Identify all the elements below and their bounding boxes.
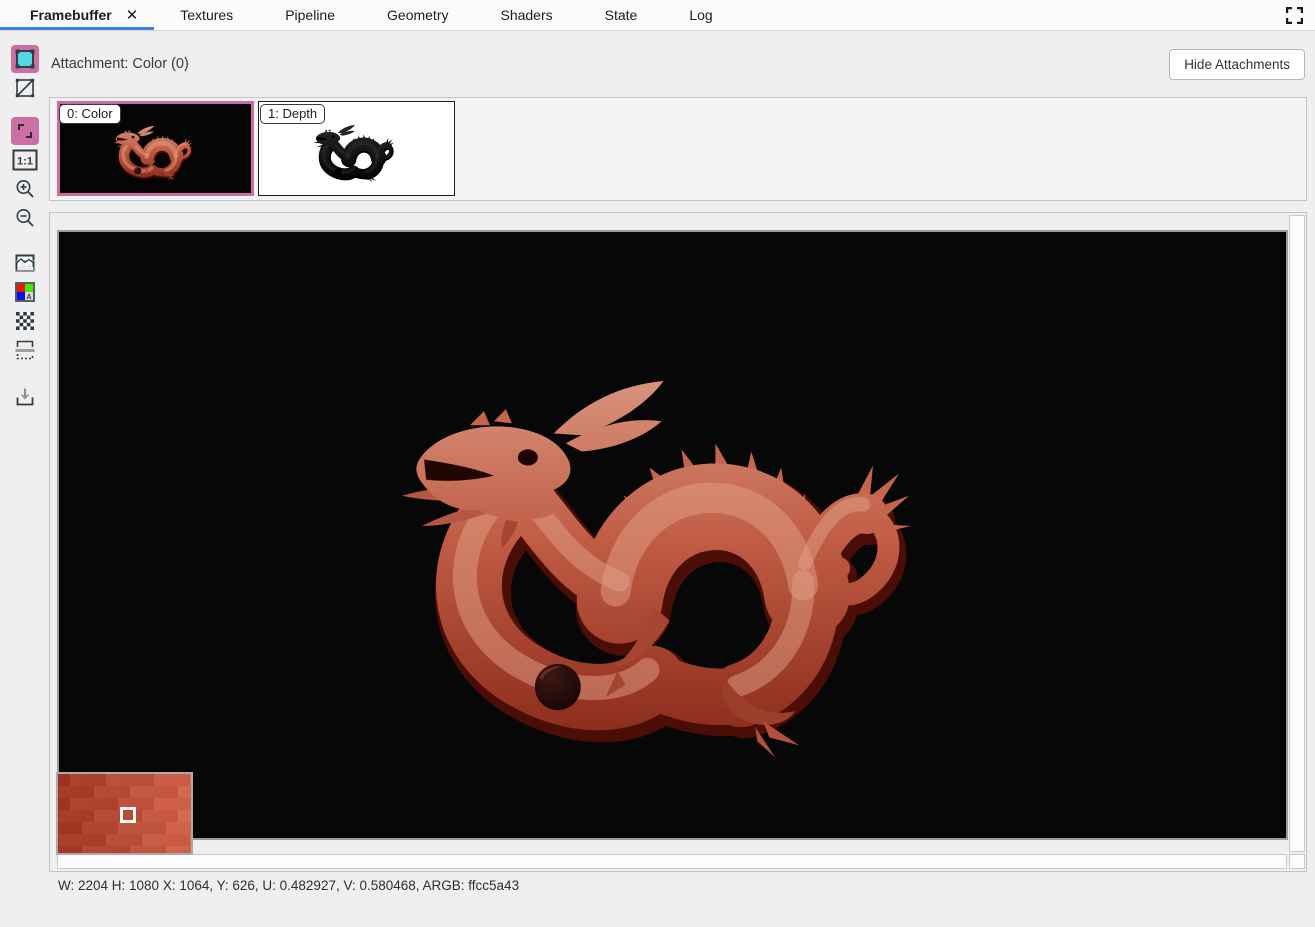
fit-corners-icon: [13, 119, 37, 143]
status-bar: W: 2204 H: 1080 X: 1064, Y: 626, U: 0.48…: [49, 878, 1307, 893]
tab-geometry[interactable]: Geometry: [361, 0, 474, 30]
tab-textures[interactable]: Textures: [154, 0, 259, 30]
actual-size-button[interactable]: 1:1: [11, 146, 39, 174]
scrollbar-corner: [1289, 854, 1305, 869]
zoom-in-button[interactable]: [11, 175, 39, 203]
hide-attachments-button[interactable]: Hide Attachments: [1169, 49, 1305, 80]
one-to-one-icon: 1:1: [12, 149, 38, 171]
alpha-checkerboard-button[interactable]: [11, 307, 39, 335]
tab-shaders[interactable]: Shaders: [474, 0, 578, 30]
color-channels-button[interactable]: A: [11, 278, 39, 306]
attachment-badge: 0: Color: [59, 104, 121, 124]
fullscreen-icon[interactable]: [1285, 6, 1303, 24]
close-icon[interactable]: ✕: [126, 8, 139, 23]
attachments-strip: 0: Color 1: Depth: [49, 97, 1307, 201]
checkerboard-icon: [13, 309, 37, 333]
diagonal-square-icon: [13, 76, 37, 100]
tab-pipeline[interactable]: Pipeline: [259, 0, 361, 30]
zoom-out-icon: [13, 206, 37, 230]
magnifier-center-pixel: [120, 807, 136, 823]
rendered-dragon-image: [59, 232, 1286, 838]
preview-image-button[interactable]: [11, 249, 39, 277]
tab-log[interactable]: Log: [663, 0, 738, 30]
framebuffer-viewer: [49, 212, 1307, 872]
vertical-scrollbar[interactable]: [1289, 215, 1305, 852]
svg-text:A: A: [26, 294, 31, 301]
zoom-out-button[interactable]: [11, 204, 39, 232]
texture-icon: [13, 47, 37, 71]
pixel-magnifier: [56, 772, 193, 855]
attachment-thumb-color[interactable]: 0: Color: [57, 101, 254, 196]
zoom-in-icon: [13, 177, 37, 201]
tab-label: Framebuffer: [30, 7, 112, 23]
tab-bar: Framebuffer ✕ Textures Pipeline Geometry…: [0, 0, 1315, 31]
attachment-thumb-depth[interactable]: 1: Depth: [258, 101, 455, 196]
tab-state[interactable]: State: [579, 0, 664, 30]
horizontal-scrollbar[interactable]: [57, 854, 1287, 869]
rgba-channels-icon: A: [13, 280, 37, 304]
flip-vertical-button[interactable]: [11, 336, 39, 364]
download-icon: [13, 385, 37, 409]
framebuffer-image[interactable]: [57, 230, 1288, 840]
svg-text:1:1: 1:1: [17, 156, 33, 168]
flip-vertical-icon: [13, 338, 37, 362]
attachment-header: Attachment: Color (0) Hide Attachments: [49, 31, 1307, 97]
texture-visible-button[interactable]: [11, 45, 39, 73]
attachment-badge: 1: Depth: [260, 104, 325, 124]
viewer-toolbar: 1:1: [0, 31, 49, 927]
attachment-title: Attachment: Color (0): [51, 56, 189, 72]
fit-to-window-button[interactable]: [11, 117, 39, 145]
background-diagonal-button[interactable]: [11, 74, 39, 102]
tab-framebuffer[interactable]: Framebuffer ✕: [0, 0, 154, 30]
image-icon: [13, 251, 37, 275]
save-image-button[interactable]: [11, 383, 39, 411]
